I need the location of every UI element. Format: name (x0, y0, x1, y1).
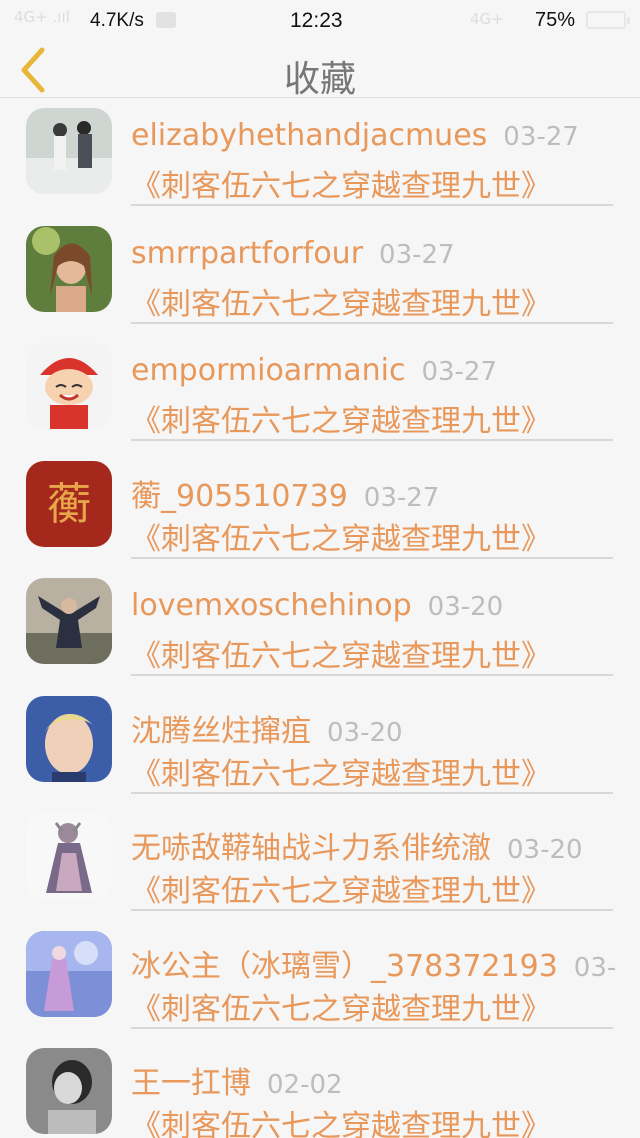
item-title: smrrpartforfour 03-27 (131, 235, 455, 271)
list-item[interactable]: elizabyhethandjacmues 03-27 《刺客伍六七之穿越查理九世… (0, 98, 640, 216)
item-title: 冰公主（冰璃雪）_378372193 03- (131, 948, 617, 984)
item-novel-title: 《刺客伍六七之穿越查理九世》 (131, 521, 551, 557)
svg-text:蘅: 蘅 (47, 479, 91, 530)
status-bar: 4G+ .ııl 4.7K/s 12:23 4G+ 75% (0, 0, 640, 42)
item-novel-title: 《刺客伍六七之穿越查理九世》 (131, 404, 551, 439)
avatar (26, 225, 112, 312)
list-item[interactable]: 无哧敌鞯轴战斗力系俳统澈 03-20 《刺客伍六七之穿越查理九世》 (0, 803, 640, 921)
item-date: 03-20 (427, 592, 504, 622)
item-title: 王一扛博 02-02 (131, 1066, 343, 1101)
avatar (26, 695, 112, 782)
item-date: 03-27 (503, 122, 579, 152)
battery-icon (586, 11, 630, 29)
item-date: 03-20 (507, 835, 583, 865)
divider (131, 909, 613, 911)
item-title: empormioarmanic 03-27 (131, 353, 498, 388)
item-date: 03-27 (421, 357, 498, 387)
divider (131, 439, 613, 441)
item-date: 03- (573, 952, 617, 983)
network-speed: 4.7K/s (90, 10, 144, 31)
divider (131, 321, 613, 324)
list-item[interactable]: 沈腾丝炷撺疽 03-20 《刺客伍六七之穿越查理九世》 (0, 686, 640, 804)
item-novel-title: 《刺客伍六七之穿越查理九世》 (131, 286, 551, 322)
avatar (26, 1048, 112, 1134)
avatar: 蘅 (26, 460, 112, 547)
item-title: 沈腾丝炷撺疽 03-20 (131, 713, 403, 749)
divider (131, 556, 613, 559)
avatar (26, 578, 112, 664)
item-novel-title: 《刺客伍六七之穿越查理九世》 (131, 991, 551, 1027)
list-item[interactable]: empormioarmanic 03-27 《刺客伍六七之穿越查理九世》 (0, 333, 640, 451)
cellular-signal-icon: 4G+ .ııl (14, 8, 70, 26)
item-novel-title: 《刺客伍六七之穿越查理九世》 (131, 874, 551, 909)
divider (131, 1026, 613, 1029)
item-title: 蘅_905510739 03-27 (131, 478, 440, 514)
item-date: 03-27 (379, 239, 455, 270)
favorites-list: elizabyhethandjacmues 03-27 《刺客伍六七之穿越查理九世… (0, 98, 640, 1138)
divider (131, 204, 613, 206)
item-novel-title: 《刺客伍六七之穿越查理九世》 (131, 639, 551, 674)
item-title: 无哧敌鞯轴战斗力系俳统澈 03-20 (131, 831, 583, 866)
list-item[interactable]: smrrpartforfour 03-27 《刺客伍六七之穿越查理九世》 (0, 216, 640, 334)
item-date: 02-02 (267, 1070, 343, 1100)
clock: 12:23 (290, 9, 343, 32)
avatar (26, 108, 112, 194)
avatar (26, 930, 112, 1017)
message-icon (156, 12, 176, 28)
item-date: 03-20 (327, 717, 403, 748)
list-item[interactable]: 冰公主（冰璃雪）_378372193 03- 《刺客伍六七之穿越查理九世》 (0, 921, 640, 1039)
list-item[interactable]: lovemxoschehinop 03-20 《刺客伍六七之穿越查理九世》 (0, 568, 640, 686)
list-item[interactable]: 王一扛博 02-02 《刺客伍六七之穿越查理九世》 (0, 1038, 640, 1138)
nav-bar: 收藏 (0, 42, 640, 100)
item-date: 03-27 (363, 482, 440, 513)
battery-percent: 75% (535, 9, 576, 31)
avatar (26, 813, 112, 899)
item-novel-title: 《刺客伍六七之穿越查理九世》 (131, 169, 551, 204)
item-novel-title: 《刺客伍六七之穿越查理九世》 (131, 756, 551, 792)
divider (131, 791, 613, 794)
list-item[interactable]: 蘅 蘅_905510739 03-27 《刺客伍六七之穿越查理九世》 (0, 451, 640, 569)
network-type: 4G+ (470, 10, 504, 28)
item-title: elizabyhethandjacmues 03-27 (131, 118, 579, 153)
divider (131, 674, 613, 676)
page-title: 收藏 (283, 59, 356, 100)
item-novel-title: 《刺客伍六七之穿越查理九世》 (131, 1109, 551, 1138)
item-title: lovemxoschehinop 03-20 (131, 588, 504, 623)
avatar (26, 343, 112, 429)
